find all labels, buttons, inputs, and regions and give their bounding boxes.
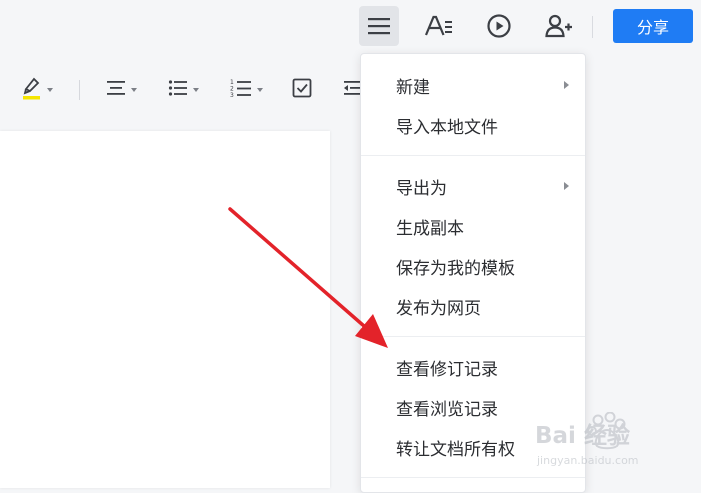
chevron-down-icon [193,88,199,92]
play-icon [486,13,512,39]
menu-item-export-as[interactable]: 导出为 [361,166,585,206]
svg-text:3: 3 [230,92,234,98]
share-button[interactable]: 分享 [613,9,693,43]
menu-item-new[interactable]: 新建 [361,65,585,105]
bullet-list-icon [168,79,188,102]
outdent-button[interactable] [343,76,360,104]
menu-item-transfer-ownership[interactable]: 转让文档所有权 [361,427,585,467]
menu-divider [361,336,585,337]
text-format-button[interactable] [419,6,459,46]
menu-button[interactable] [359,6,399,46]
menu-item-label: 导出为 [396,178,447,199]
menu-item-save-as-template[interactable]: 保存为我的模板 [361,246,585,286]
align-button[interactable] [106,76,137,104]
bullet-list-button[interactable] [168,76,199,104]
highlighter-icon [22,75,42,106]
top-header: 分享 [0,0,701,52]
menu-item-label: 新建 [396,77,430,98]
chevron-down-icon [257,88,263,92]
menu-item-label: 查看浏览记录 [396,399,498,420]
highlight-color-button[interactable] [22,76,53,104]
menu-item-label: 导入本地文件 [396,117,498,138]
menu-item-import-local-file[interactable]: 导入本地文件 [361,105,585,145]
paw-logo-icon [587,412,626,450]
menu-icon [367,16,391,36]
header-divider [592,16,593,38]
presentation-button[interactable] [479,6,519,46]
chevron-down-icon [131,88,137,92]
numbered-list-icon: 1 2 3 [230,78,252,103]
numbered-list-button[interactable]: 1 2 3 [230,76,263,104]
menu-item-label: 查看修订记录 [396,359,498,380]
collaborate-button[interactable] [539,6,579,46]
format-toolbar: 1 2 3 [0,52,701,128]
document-page[interactable] [0,131,330,488]
menu-divider [361,155,585,156]
menu-item-view-browse-history[interactable]: 查看浏览记录 [361,387,585,427]
menu-item-label: 发布为网页 [396,298,481,319]
menu-item-view-revision-history[interactable]: 查看修订记录 [361,347,585,387]
menu-item-label: 保存为我的模板 [396,258,515,279]
toolbar-divider [79,80,80,100]
menu-item-publish-as-webpage[interactable]: 发布为网页 [361,286,585,326]
menu-item-make-copy[interactable]: 生成副本 [361,206,585,246]
text-format-icon [424,14,454,38]
align-center-icon [106,79,126,102]
checkbox-list-button[interactable] [292,76,312,104]
chevron-down-icon [47,88,53,92]
outdent-icon [343,79,360,102]
menu-item-label: 转让文档所有权 [396,439,515,460]
menu-item-label: 生成副本 [396,218,464,239]
checkbox-icon [292,78,312,103]
main-menu-dropdown: 新建 导入本地文件 导出为 生成副本 保存为我的模板 发布为网页 查看修订记录 … [360,53,586,493]
chevron-right-icon [564,81,569,89]
chevron-right-icon [564,182,569,190]
add-user-icon [545,13,573,39]
menu-divider [361,477,585,478]
